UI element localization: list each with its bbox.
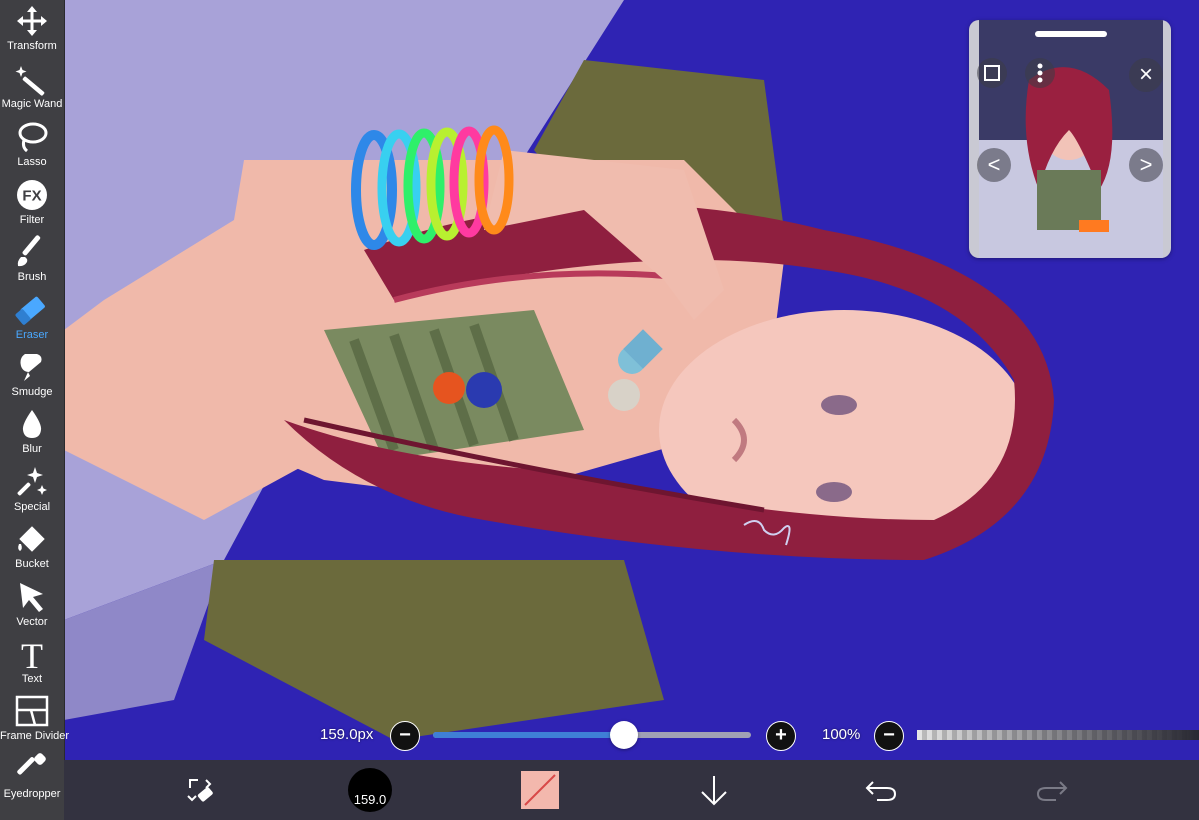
tool-bucket[interactable]: Bucket xyxy=(0,522,64,578)
chevron-right-icon: > xyxy=(1139,152,1153,177)
bucket-icon xyxy=(18,526,45,552)
redo-icon xyxy=(1036,781,1068,801)
minus-icon: − xyxy=(399,724,411,746)
tool-label: Lasso xyxy=(17,156,47,168)
close-icon: × xyxy=(1138,61,1153,88)
tool-lasso[interactable]: Lasso xyxy=(0,120,64,176)
smudge-icon xyxy=(20,354,42,381)
bottom-toolbar: 159.0 xyxy=(64,760,1199,820)
eraser-icon xyxy=(15,296,45,325)
reference-prev-button[interactable]: < xyxy=(977,148,1011,182)
tool-sidebar: Transform Magic Wand Lasso FX Filter Bru… xyxy=(0,0,70,820)
text-glyph: T xyxy=(21,637,43,671)
size-decrease-button[interactable]: − xyxy=(390,721,420,751)
tool-magic-wand[interactable]: Magic Wand xyxy=(0,62,64,118)
tool-label: Bucket xyxy=(15,558,49,570)
opacity-slider[interactable] xyxy=(917,730,1199,740)
fx-icon: FX xyxy=(17,180,47,210)
redo-button[interactable] xyxy=(1032,770,1072,810)
reference-next-button[interactable]: > xyxy=(1129,148,1163,182)
minus-icon: − xyxy=(883,724,895,746)
tool-vector[interactable]: Vector xyxy=(0,580,64,636)
square-frame-icon xyxy=(984,65,1000,81)
eraser-mode-button[interactable] xyxy=(180,770,220,810)
tool-text[interactable]: T Text xyxy=(0,637,64,693)
plus-icon: + xyxy=(775,724,787,746)
drop-icon xyxy=(22,410,42,438)
tool-label: Vector xyxy=(16,616,48,628)
brush-size-value: 159.0px xyxy=(320,726,374,743)
brush-size-slider[interactable] xyxy=(433,721,751,749)
text-T-icon: T xyxy=(21,637,43,671)
fx-glyph: FX xyxy=(22,188,41,205)
reference-drag-handle[interactable] xyxy=(1035,31,1107,37)
move-arrows-icon xyxy=(17,6,47,36)
app-window: Transform Magic Wand Lasso FX Filter Bru… xyxy=(0,0,1199,820)
swap-eraser-icon xyxy=(187,779,213,802)
size-increase-button[interactable]: + xyxy=(766,721,796,751)
undo-button[interactable] xyxy=(861,770,901,810)
reference-window[interactable]: × < > xyxy=(969,20,1171,258)
tool-label: Special xyxy=(13,501,51,513)
cursor-arrow-icon xyxy=(20,583,43,612)
tool-blur[interactable]: Blur xyxy=(0,407,64,463)
tool-special[interactable]: Special xyxy=(0,465,64,521)
tool-label: Magic Wand xyxy=(1,98,63,110)
chevron-left-icon: < xyxy=(987,152,1001,177)
tool-label: Smudge xyxy=(11,386,53,398)
brush-size-badge: 159.0 xyxy=(353,792,387,807)
opacity-decrease-button[interactable]: − xyxy=(874,721,904,751)
brush-size-preview[interactable]: 159.0 xyxy=(348,768,392,812)
brush-icon xyxy=(17,235,41,267)
tool-label: Frame Divider xyxy=(0,730,70,742)
magic-wand-icon xyxy=(15,66,45,96)
frame-divider-icon xyxy=(15,695,49,727)
opacity-slider-fill xyxy=(917,730,1199,740)
tool-label: Transform xyxy=(7,40,57,52)
primary-color-swatch[interactable] xyxy=(521,771,559,809)
tool-label: Blur xyxy=(22,443,42,455)
tool-filter[interactable]: FX Filter xyxy=(0,178,64,234)
reference-resize-button[interactable] xyxy=(977,58,1007,88)
sparkle-icon xyxy=(17,467,47,496)
undo-icon xyxy=(865,781,897,801)
eyedropper-icon xyxy=(17,753,46,775)
tool-label: Filter xyxy=(19,214,45,226)
brush-size-slider-fill xyxy=(433,732,624,738)
tool-label: Eyedropper xyxy=(3,788,61,800)
tool-brush[interactable]: Brush xyxy=(0,235,64,291)
more-vertical-icon xyxy=(1037,63,1043,83)
opacity-value: 100% xyxy=(822,726,861,743)
reference-photo xyxy=(979,20,1163,258)
tool-eyedropper[interactable]: Eyedropper xyxy=(0,752,64,808)
color-swatch-slash-icon xyxy=(524,774,556,806)
reference-menu-button[interactable] xyxy=(1025,58,1055,88)
tool-label: Brush xyxy=(17,271,47,283)
tool-eraser[interactable]: Eraser xyxy=(0,293,64,349)
tool-label: Eraser xyxy=(15,329,49,341)
brush-settings-row: 159.0px − + 100% − xyxy=(64,716,1199,756)
tool-frame-divider[interactable]: Frame Divider xyxy=(0,694,70,750)
tool-label: Text xyxy=(21,673,43,685)
brush-size-slider-thumb[interactable] xyxy=(609,721,638,749)
layers-button[interactable] xyxy=(694,770,734,810)
lasso-icon xyxy=(18,122,48,153)
reference-close-button[interactable]: × xyxy=(1129,58,1163,92)
arrow-down-icon xyxy=(701,776,727,806)
tool-transform[interactable]: Transform xyxy=(0,4,64,60)
tool-smudge[interactable]: Smudge xyxy=(0,350,64,406)
